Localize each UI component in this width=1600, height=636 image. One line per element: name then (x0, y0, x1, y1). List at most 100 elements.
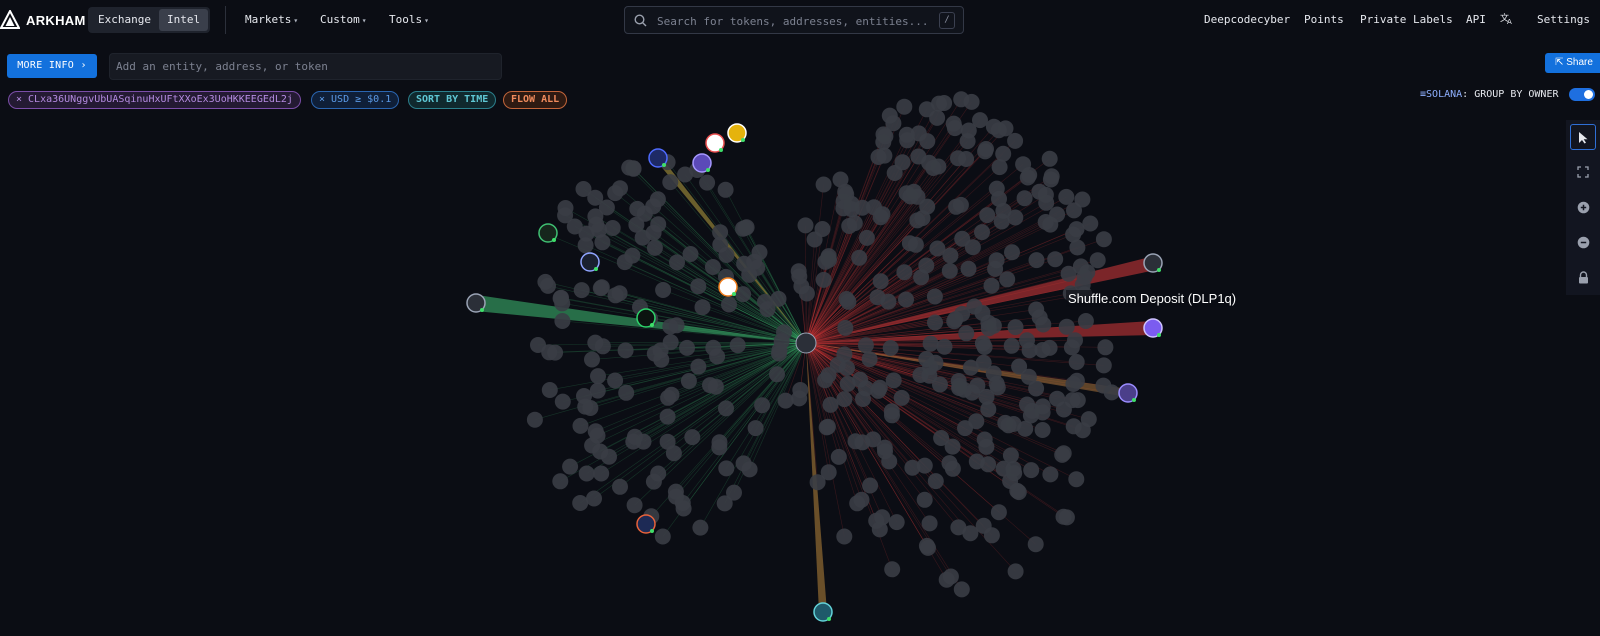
address-node[interactable] (806, 231, 823, 248)
address-node[interactable] (554, 393, 571, 410)
address-filter-chip[interactable]: × CLxa36UNggvUbUASqinuHxUFtXXoEx3UoHKKEE… (8, 91, 301, 109)
address-node[interactable] (1068, 354, 1085, 370)
address-node[interactable] (938, 571, 955, 588)
address-node[interactable] (884, 561, 901, 578)
address-node[interactable] (822, 396, 839, 413)
address-node[interactable] (944, 438, 961, 455)
address-node[interactable] (554, 313, 571, 329)
address-node[interactable] (654, 528, 671, 545)
address-node[interactable] (976, 339, 993, 355)
address-node[interactable] (870, 149, 887, 165)
address-node[interactable] (929, 240, 946, 257)
address-node[interactable] (777, 392, 794, 409)
address-node[interactable] (1043, 168, 1060, 185)
address-node[interactable] (882, 340, 899, 356)
address-node[interactable] (836, 346, 853, 363)
address-node[interactable] (837, 319, 854, 336)
address-node[interactable] (628, 216, 645, 233)
address-node[interactable] (604, 220, 621, 236)
address-node[interactable] (875, 134, 892, 150)
address-node[interactable] (646, 239, 663, 256)
address-node[interactable] (896, 98, 913, 115)
settings-link[interactable]: Settings (1537, 13, 1590, 26)
address-node[interactable] (886, 165, 903, 181)
address-node[interactable] (669, 254, 685, 271)
address-node[interactable] (896, 264, 913, 281)
address-node[interactable] (573, 282, 590, 299)
address-node[interactable] (682, 246, 699, 262)
address-node[interactable] (1034, 398, 1051, 415)
address-node[interactable] (617, 342, 634, 359)
address-node[interactable] (922, 335, 939, 352)
address-node[interactable] (699, 174, 716, 191)
address-node[interactable] (858, 229, 875, 246)
address-node[interactable] (815, 176, 832, 193)
address-node[interactable] (862, 477, 879, 494)
address-node[interactable] (1069, 239, 1086, 256)
address-node[interactable] (662, 174, 679, 191)
address-node[interactable] (1004, 244, 1020, 261)
address-node[interactable] (547, 344, 564, 361)
address-node[interactable] (592, 443, 609, 460)
address-node[interactable] (951, 380, 968, 396)
address-node[interactable] (717, 181, 734, 198)
address-node[interactable] (612, 478, 628, 495)
address-node[interactable] (1055, 445, 1072, 462)
address-node[interactable] (655, 282, 672, 298)
address-node[interactable] (645, 473, 662, 490)
address-node[interactable] (841, 218, 858, 234)
address-node[interactable] (830, 448, 847, 465)
address-node[interactable] (572, 495, 589, 511)
address-node[interactable] (526, 411, 543, 428)
lock-button[interactable] (1570, 264, 1596, 290)
address-node[interactable] (625, 433, 642, 450)
address-node[interactable] (1082, 215, 1099, 232)
address-node[interactable] (957, 420, 973, 437)
address-node[interactable] (954, 305, 971, 322)
address-node[interactable] (566, 218, 583, 235)
address-node[interactable] (820, 464, 837, 481)
address-node[interactable] (1068, 372, 1085, 389)
address-node[interactable] (552, 473, 569, 490)
address-node[interactable] (668, 488, 684, 505)
address-node[interactable] (918, 537, 935, 554)
address-node[interactable] (1035, 316, 1052, 333)
address-node[interactable] (851, 249, 868, 266)
address-node[interactable] (1095, 357, 1112, 374)
address-node[interactable] (690, 278, 707, 295)
address-node[interactable] (958, 151, 975, 167)
address-node[interactable] (960, 122, 977, 139)
address-node[interactable] (843, 195, 860, 212)
address-node[interactable] (1058, 318, 1075, 335)
address-node[interactable] (1042, 466, 1059, 483)
address-node[interactable] (659, 433, 676, 450)
address-node[interactable] (721, 296, 737, 313)
address-node[interactable] (936, 338, 953, 355)
address-node[interactable] (869, 289, 886, 306)
address-node[interactable] (684, 429, 701, 446)
address-node[interactable] (857, 380, 874, 397)
address-node[interactable] (904, 459, 921, 476)
address-node[interactable] (694, 299, 711, 316)
address-node[interactable] (1034, 422, 1051, 438)
address-node[interactable] (1007, 563, 1024, 580)
address-node[interactable] (995, 202, 1012, 219)
address-node[interactable] (652, 342, 669, 359)
address-node[interactable] (1063, 339, 1080, 356)
address-node[interactable] (659, 408, 676, 425)
address-node[interactable] (974, 224, 990, 241)
intel-mode-button[interactable]: Intel (158, 9, 209, 31)
custom-menu[interactable]: Custom ▾ (320, 13, 367, 26)
address-node[interactable] (885, 372, 902, 389)
address-node[interactable] (649, 191, 666, 208)
address-node[interactable] (1095, 231, 1112, 248)
address-node[interactable] (930, 158, 947, 175)
address-node[interactable] (791, 268, 808, 285)
address-node[interactable] (980, 456, 997, 473)
address-node[interactable] (1080, 411, 1097, 428)
address-node[interactable] (590, 368, 606, 385)
address-node[interactable] (941, 262, 958, 279)
address-node[interactable] (999, 271, 1016, 288)
center-node[interactable] (795, 332, 817, 354)
address-node[interactable] (1074, 191, 1091, 208)
